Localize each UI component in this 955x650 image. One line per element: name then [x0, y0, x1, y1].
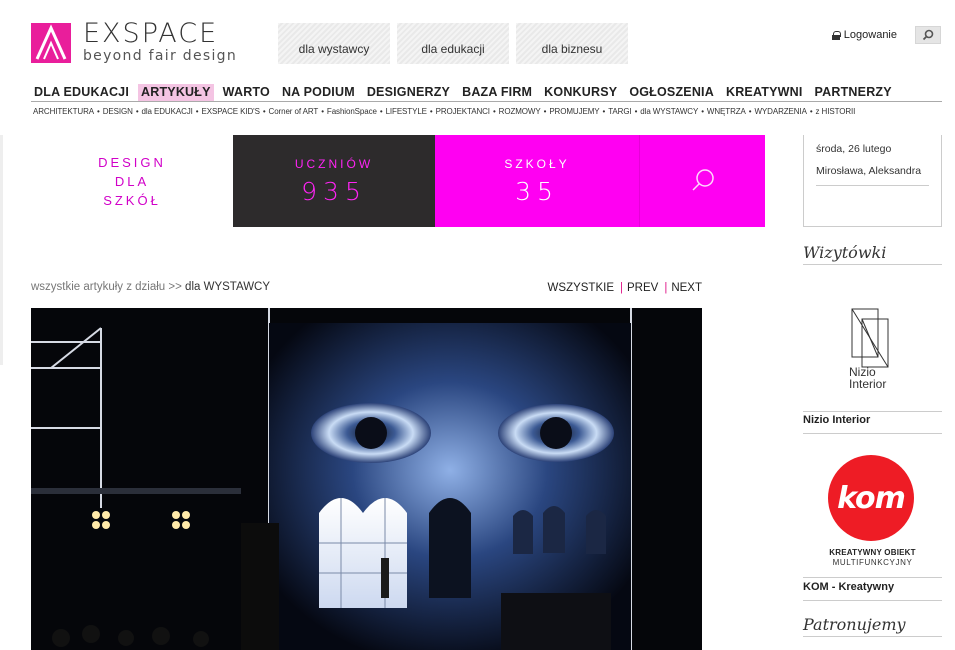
tab-dla-biznesu[interactable]: dla biznesu	[516, 23, 628, 64]
search-button[interactable]	[915, 26, 941, 44]
breadcrumb: wszystkie artykuły z działu >> dla WYSTA…	[31, 281, 270, 293]
banner-line-2: DLA	[114, 173, 150, 189]
subnav-architektura[interactable]: ARCHITEKTURA	[33, 107, 94, 116]
schools-counter: SZKOŁY 35	[435, 135, 639, 227]
date-namedays-box: środa, 26 lutego Mirosława, Aleksandra	[803, 135, 942, 227]
kom-kreatywny-link[interactable]: KOM - Kreatywny	[803, 581, 894, 593]
schools-count: 35	[515, 176, 559, 206]
banner-search-block[interactable]	[639, 135, 765, 227]
nizio-logo-line2: Interior	[849, 377, 887, 391]
schools-label: SZKOŁY	[504, 156, 570, 171]
logo-title: EXSPACE	[83, 18, 219, 49]
nav-kreatywni[interactable]: KREATYWNI	[723, 84, 806, 101]
logo-mark-icon	[31, 23, 71, 63]
tab-dla-wystawcy[interactable]: dla wystawcy	[278, 23, 390, 64]
left-edge-strip	[0, 135, 3, 365]
kom-logo-text: kom	[837, 480, 906, 516]
subnav-dla-edukacji[interactable]: dla EDUKACJI	[142, 107, 193, 116]
subnav-lifestyle[interactable]: LIFESTYLE	[386, 107, 427, 116]
divider	[803, 433, 942, 434]
subnav-wnetrza[interactable]: WNĘTRZA	[707, 107, 746, 116]
login-link[interactable]: Logowanie	[831, 29, 897, 41]
nav-designerzy[interactable]: DESIGNERZY	[364, 84, 453, 101]
subnav-corner-of-art[interactable]: Corner of ART	[269, 107, 319, 116]
divider	[803, 577, 942, 578]
nav-dla-edukacji[interactable]: DLA EDUKACJI	[31, 84, 132, 101]
article-photo[interactable]	[31, 308, 702, 650]
banner-line-3: SZKÓŁ	[103, 192, 161, 208]
login-label: Logowanie	[843, 29, 897, 41]
subnav-wydarzenia[interactable]: WYDARZENIA	[754, 107, 806, 116]
nizio-logo-text: Nizio Interior	[849, 366, 886, 390]
article-pager: WSZYSTKIE | PREV | NEXT	[547, 282, 702, 294]
namedays: Mirosława, Aleksandra	[816, 165, 929, 186]
stage-projection-illustration	[31, 308, 702, 650]
tab-dla-edukacji[interactable]: dla edukacji	[397, 23, 509, 64]
subnav-projektanci[interactable]: PROJEKTANCI	[436, 107, 490, 116]
lock-icon	[831, 30, 841, 40]
nizio-interior-link[interactable]: Nizio Interior	[803, 414, 870, 426]
nav-warto[interactable]: WARTO	[220, 84, 273, 101]
subnav-targi[interactable]: TARGI	[608, 107, 631, 116]
current-date: środa, 26 lutego	[816, 143, 892, 155]
banner-title-block: DESIGN DLA SZKÓŁ	[31, 135, 233, 227]
main-nav: DLA EDUKACJI ARTYKUŁY WARTO NA PODIUM DE…	[31, 84, 942, 102]
students-count: 935	[301, 176, 367, 206]
nav-konkursy[interactable]: KONKURSY	[541, 84, 620, 101]
pager-prev-link[interactable]: PREV	[627, 282, 658, 294]
kom-logo[interactable]: kom	[828, 455, 914, 541]
site-logo[interactable]: EXSPACE beyond fair design	[31, 20, 251, 70]
nav-partnerzy[interactable]: PARTNERZY	[812, 84, 895, 101]
subnav-rozmowy[interactable]: ROZMOWY	[499, 107, 541, 116]
magnifier-icon	[691, 169, 714, 191]
subnav-design[interactable]: DESIGN	[103, 107, 133, 116]
nav-artykuly[interactable]: ARTYKUŁY	[138, 84, 214, 101]
kom-subtitle-1: KREATYWNY OBIEKT	[829, 548, 916, 557]
nav-na-podium[interactable]: NA PODIUM	[279, 84, 358, 101]
subnav-promujemy[interactable]: PROMUJEMY	[549, 107, 599, 116]
pager-all-link[interactable]: WSZYSTKIE	[548, 282, 614, 294]
subnav-z-historii[interactable]: z HISTORII	[816, 107, 856, 116]
logo-subtitle: beyond fair design	[83, 48, 238, 64]
pager-next-link[interactable]: NEXT	[671, 282, 702, 294]
nav-ogloszenia[interactable]: OGŁOSZENIA	[626, 84, 717, 101]
nav-baza-firm[interactable]: BAZA FIRM	[459, 84, 535, 101]
divider	[803, 411, 942, 412]
subnav-fashionspace[interactable]: FashionSpace	[327, 107, 377, 116]
breadcrumb-prefix[interactable]: wszystkie artykuły z działu >>	[31, 281, 182, 293]
sub-nav: ARCHITEKTURA • DESIGN • dla EDUKACJI • EXSP…	[33, 107, 856, 116]
patronujemy-heading: Patronujemy	[803, 615, 942, 637]
kom-subtitle-2: MULTIFUNKCYJNY	[832, 558, 913, 567]
wizytowki-heading: Wizytówki	[803, 243, 942, 265]
students-counter: UCZNIÓW 935	[233, 135, 435, 227]
design-dla-szkol-banner[interactable]: DESIGN DLA SZKÓŁ UCZNIÓW 935 SZKOŁY 35	[31, 135, 765, 227]
subnav-dla-wystawcy[interactable]: dla WYSTAWCY	[640, 107, 698, 116]
search-icon	[922, 29, 934, 41]
divider	[803, 600, 942, 601]
breadcrumb-section[interactable]: dla WYSTAWCY	[185, 281, 270, 293]
students-label: UCZNIÓW	[294, 156, 374, 171]
banner-line-1: DESIGN	[98, 154, 166, 170]
subnav-exspace-kids[interactable]: EXSPACE KID'S	[201, 107, 259, 116]
